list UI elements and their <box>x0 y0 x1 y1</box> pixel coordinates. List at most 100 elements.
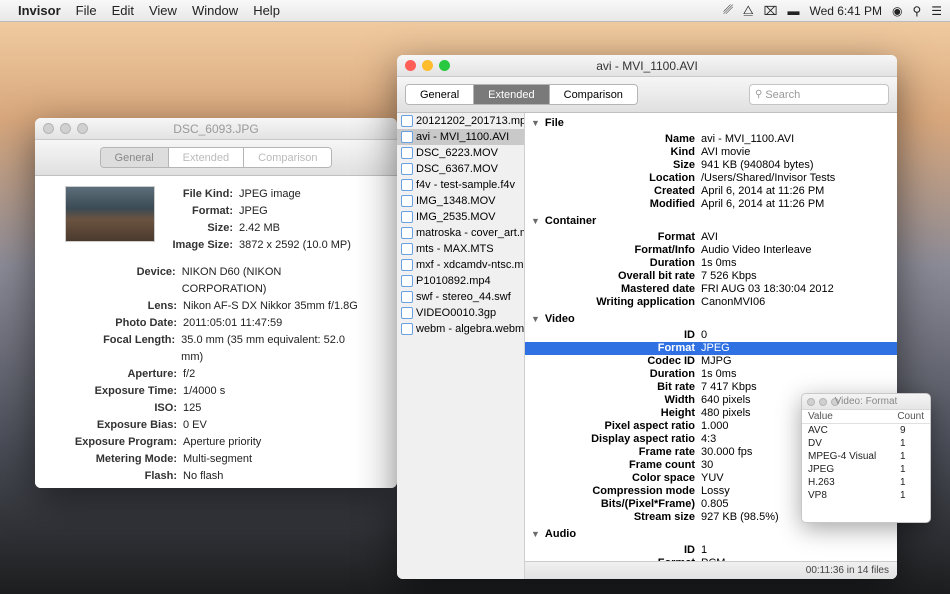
detail-key: Overall bit rate <box>525 270 701 283</box>
minimize-button[interactable] <box>422 60 433 71</box>
file-icon <box>401 211 413 223</box>
file-item[interactable]: f4v - test-sample.f4v <box>397 177 524 193</box>
detail-row[interactable]: Location/Users/Shared/Invisor Tests <box>525 172 897 185</box>
file-name: P1010892.mp4 <box>416 275 491 287</box>
detail-row[interactable]: Size941 KB (940804 bytes) <box>525 159 897 172</box>
search-field[interactable]: ⚲ Search <box>749 84 889 105</box>
col-value[interactable]: Value <box>802 410 891 423</box>
file-item[interactable]: 20121202_201713.mp4 <box>397 113 524 129</box>
tab-general[interactable]: General <box>406 85 474 104</box>
popup-row[interactable]: VP81 <box>802 489 930 502</box>
tab-comparison[interactable]: Comparison <box>244 148 331 167</box>
tab-extended[interactable]: Extended <box>474 85 549 104</box>
popup-row[interactable]: H.2631 <box>802 476 930 489</box>
spotlight-icon[interactable]: ⚲ <box>912 4 921 18</box>
detail-row[interactable]: FormatJPEG <box>525 342 897 355</box>
file-item[interactable]: DSC_6223.MOV <box>397 145 524 161</box>
window-title: avi - MVI_1100.AVI <box>397 59 897 73</box>
detail-key: Width <box>525 394 701 407</box>
menu-file[interactable]: File <box>76 3 97 18</box>
menu-view[interactable]: View <box>149 3 177 18</box>
file-name: IMG_2535.MOV <box>416 211 495 223</box>
section-header[interactable]: ▼File <box>525 113 897 133</box>
detail-row[interactable]: KindAVI movie <box>525 146 897 159</box>
view-segmented: General Extended Comparison <box>100 147 333 168</box>
detail-key: Bits/(Pixel*Frame) <box>525 498 701 511</box>
file-item[interactable]: IMG_2535.MOV <box>397 209 524 225</box>
detail-value: CanonMVI06 <box>701 296 897 309</box>
detail-value: 0 <box>701 329 897 342</box>
bluetooth-icon[interactable]: ␥ <box>723 3 733 18</box>
flag-icon[interactable]: ▬ <box>787 4 799 18</box>
file-icon <box>401 291 413 303</box>
file-item[interactable]: avi - MVI_1100.AVI <box>397 129 524 145</box>
file-item[interactable]: webm - algebra.webm <box>397 321 524 337</box>
user-icon[interactable]: ◉ <box>892 4 902 18</box>
row-count: 1 <box>894 450 930 463</box>
detail-row[interactable]: ID0 <box>525 329 897 342</box>
notification-icon[interactable]: ☰ <box>931 4 942 18</box>
file-item[interactable]: DSC_6367.MOV <box>397 161 524 177</box>
value: 125 <box>183 400 201 417</box>
popup-row[interactable]: JPEG1 <box>802 463 930 476</box>
tab-general[interactable]: General <box>101 148 169 167</box>
minimize-button[interactable] <box>60 123 71 134</box>
wifi-icon[interactable]: ⧋ <box>743 3 754 18</box>
label: Exposure Time: <box>65 383 183 400</box>
file-item[interactable]: VIDEO0010.3gp <box>397 305 524 321</box>
menu-edit[interactable]: Edit <box>112 3 134 18</box>
popup-row[interactable]: DV1 <box>802 437 930 450</box>
menu-window[interactable]: Window <box>192 3 238 18</box>
file-item[interactable]: P1010892.mp4 <box>397 273 524 289</box>
popup-titlebar[interactable]: Video: Format <box>802 394 930 410</box>
value: 35.0 mm (35 mm equivalent: 52.0 mm) <box>181 332 367 366</box>
clock[interactable]: Wed 6:41 PM <box>809 4 881 18</box>
section-header[interactable]: ▼Container <box>525 211 897 231</box>
menu-help[interactable]: Help <box>253 3 280 18</box>
file-item[interactable]: mts - MAX.MTS <box>397 241 524 257</box>
popup-row[interactable]: AVC9 <box>802 424 930 437</box>
detail-row[interactable]: Overall bit rate7 526 Kbps <box>525 270 897 283</box>
detail-row[interactable]: ModifiedApril 6, 2014 at 11:26 PM <box>525 198 897 211</box>
file-item[interactable]: mxf - xdcamdv-ntsc.mxf <box>397 257 524 273</box>
window-dsc6093: DSC_6093.JPG General Extended Comparison… <box>35 118 397 488</box>
file-name: mts - MAX.MTS <box>416 243 494 255</box>
detail-row[interactable]: Format/InfoAudio Video Interleave <box>525 244 897 257</box>
section-header[interactable]: ▼Audio <box>525 524 897 544</box>
file-icon <box>401 243 413 255</box>
popup-row[interactable]: MPEG-4 Visual1 <box>802 450 930 463</box>
detail-row[interactable]: Codec IDMJPG <box>525 355 897 368</box>
detail-row[interactable]: CreatedApril 6, 2014 at 11:26 PM <box>525 185 897 198</box>
file-name: DSC_6223.MOV <box>416 147 498 159</box>
section-header[interactable]: ▼Video <box>525 309 897 329</box>
file-item[interactable]: matroska - cover_art.mkv <box>397 225 524 241</box>
file-icon <box>401 323 413 335</box>
detail-row[interactable]: FormatAVI <box>525 231 897 244</box>
detail-row[interactable]: Duration1s 0ms <box>525 257 897 270</box>
tab-extended[interactable]: Extended <box>169 148 244 167</box>
file-item[interactable]: swf - stereo_44.swf <box>397 289 524 305</box>
titlebar[interactable]: avi - MVI_1100.AVI <box>397 55 897 77</box>
value: f/2 <box>183 366 195 383</box>
zoom-button[interactable] <box>439 60 450 71</box>
detail-row[interactable]: Writing applicationCanonMVI06 <box>525 296 897 309</box>
detail-row[interactable]: ID1 <box>525 544 897 557</box>
label: Aperture: <box>65 366 183 383</box>
col-count[interactable]: Count <box>891 410 930 423</box>
tab-comparison[interactable]: Comparison <box>550 85 637 104</box>
label: Exposure Mode: <box>65 485 183 488</box>
menu-app[interactable]: Invisor <box>18 3 61 18</box>
value: 2.42 MB <box>239 220 280 237</box>
detail-row[interactable]: Nameavi - MVI_1100.AVI <box>525 133 897 146</box>
detail-row[interactable]: Mastered dateFRI AUG 03 18:30:04 2012 <box>525 283 897 296</box>
detail-key: Color space <box>525 472 701 485</box>
zoom-button[interactable] <box>77 123 88 134</box>
battery-icon[interactable]: ⌧ <box>764 4 778 18</box>
close-button[interactable] <box>43 123 54 134</box>
titlebar[interactable]: DSC_6093.JPG <box>35 118 397 140</box>
close-button[interactable] <box>405 60 416 71</box>
value: JPEG <box>239 203 268 220</box>
detail-key: Created <box>525 185 701 198</box>
file-item[interactable]: IMG_1348.MOV <box>397 193 524 209</box>
detail-row[interactable]: Duration1s 0ms <box>525 368 897 381</box>
